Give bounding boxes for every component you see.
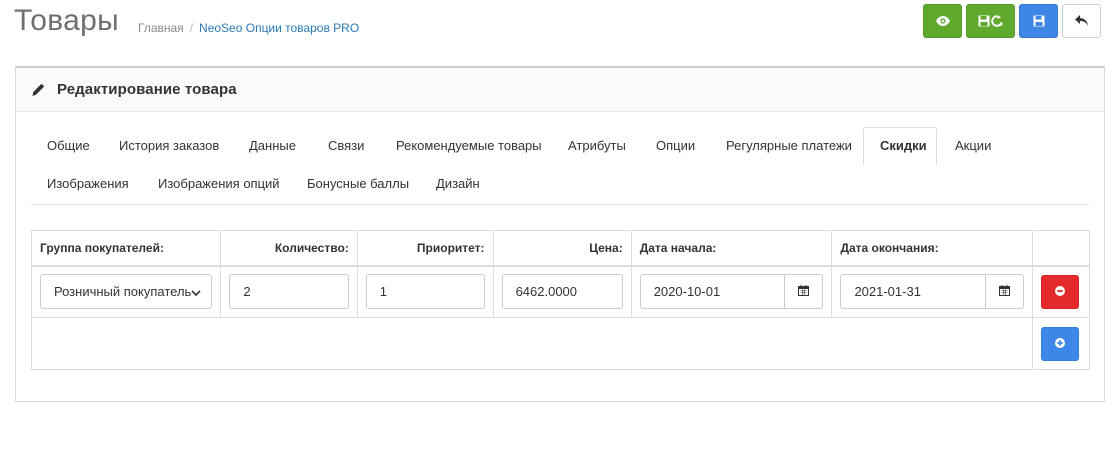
discount-table: Группа покупателей: Количество: Приорите… xyxy=(30,230,1090,370)
reply-arrow-icon xyxy=(1074,15,1089,27)
page-title: Товары xyxy=(14,4,119,37)
cell-quantity: 2 xyxy=(220,265,358,318)
view-button[interactable] xyxy=(923,4,962,38)
column-header-date-start: Дата начала: xyxy=(630,230,833,267)
breadcrumb-home-link[interactable]: Главная xyxy=(138,21,184,35)
tab-option-images[interactable]: Изображения опций xyxy=(142,165,296,203)
customer-group-select[interactable]: Розничный покупатель xyxy=(40,274,213,310)
tab-order-history[interactable]: История заказов xyxy=(103,127,235,165)
back-button[interactable] xyxy=(1062,4,1101,38)
plus-circle-icon xyxy=(1055,337,1066,351)
tab-links[interactable]: Связи xyxy=(312,127,380,165)
date-end-input[interactable]: 2021-01-31 xyxy=(840,274,987,310)
tab-discounts[interactable]: Скидки xyxy=(863,127,937,165)
footer-empty-cell xyxy=(30,317,1034,370)
date-end-calendar-button[interactable] xyxy=(986,274,1025,310)
tab-design[interactable]: Дизайн xyxy=(420,165,496,203)
priority-input[interactable]: 1 xyxy=(365,274,485,310)
calendar-icon xyxy=(999,284,1011,299)
product-tabs: Общие История заказов Данные Связи Реком… xyxy=(31,127,1089,205)
column-header-price: Цена: xyxy=(492,230,632,267)
column-header-customer-group: Группа покупателей: xyxy=(30,230,222,267)
cell-price: 6462.0000 xyxy=(492,265,632,318)
tab-general[interactable]: Общие xyxy=(31,127,106,165)
breadcrumb-current-link[interactable]: NeoSeo Опции товаров PRO xyxy=(199,21,359,35)
calendar-icon xyxy=(798,284,810,299)
eye-icon xyxy=(935,16,950,26)
add-discount-button[interactable] xyxy=(1041,326,1080,361)
tab-data[interactable]: Данные xyxy=(233,127,312,165)
table-header-row: Группа покупателей: Количество: Приорите… xyxy=(30,230,1090,267)
tab-reward-points[interactable]: Бонусные баллы xyxy=(291,165,425,203)
date-end-group: 2021-01-31 xyxy=(840,274,1025,310)
save-and-continue-button[interactable] xyxy=(966,4,1015,38)
breadcrumb: Главная / NeoSeo Опции товаров PRO xyxy=(138,21,359,35)
floppy-disk-icon xyxy=(1033,15,1045,27)
tab-recommended-products[interactable]: Рекомендуемые товары xyxy=(380,127,558,165)
tab-recurring-payments[interactable]: Регулярные платежи xyxy=(710,127,868,165)
customer-group-value: Розничный покупатель xyxy=(54,284,192,300)
tab-attributes[interactable]: Атрибуты xyxy=(552,127,642,165)
cell-add xyxy=(1032,317,1090,370)
cell-date-start: 2020-10-01 xyxy=(630,265,833,318)
column-header-actions xyxy=(1032,230,1090,267)
column-header-date-end: Дата окончания: xyxy=(831,230,1034,267)
panel-title: Редактирование товара xyxy=(57,81,237,98)
date-start-group: 2020-10-01 xyxy=(639,274,824,310)
cell-customer-group: Розничный покупатель xyxy=(30,265,222,318)
date-start-input[interactable]: 2020-10-01 xyxy=(639,274,786,310)
minus-circle-icon xyxy=(1055,285,1066,299)
column-header-quantity: Количество: xyxy=(220,230,358,267)
cell-remove xyxy=(1032,265,1090,318)
product-edit-panel: Редактирование товара Общие История зака… xyxy=(15,66,1105,402)
save-refresh-icon xyxy=(978,15,1004,27)
price-input[interactable]: 6462.0000 xyxy=(501,274,623,310)
save-button[interactable] xyxy=(1019,4,1058,38)
chevron-down-icon xyxy=(191,284,201,299)
cell-priority: 1 xyxy=(356,265,494,318)
pencil-icon xyxy=(31,83,45,97)
column-header-priority: Приоритет: xyxy=(356,230,494,267)
toolbar xyxy=(923,4,1101,38)
panel-heading: Редактирование товара xyxy=(16,68,1104,112)
table-footer-row xyxy=(30,317,1090,370)
breadcrumb-separator: / xyxy=(189,21,194,35)
quantity-input[interactable]: 2 xyxy=(229,274,349,310)
table-row: Розничный покупатель 2 1 6462.0000 2020-… xyxy=(30,265,1090,318)
cell-date-end: 2021-01-31 xyxy=(831,265,1034,318)
tab-options[interactable]: Опции xyxy=(640,127,711,165)
tab-specials[interactable]: Акции xyxy=(939,127,1007,165)
remove-discount-button[interactable] xyxy=(1041,274,1080,309)
tab-images[interactable]: Изображения xyxy=(31,165,145,203)
date-start-calendar-button[interactable] xyxy=(785,274,824,310)
